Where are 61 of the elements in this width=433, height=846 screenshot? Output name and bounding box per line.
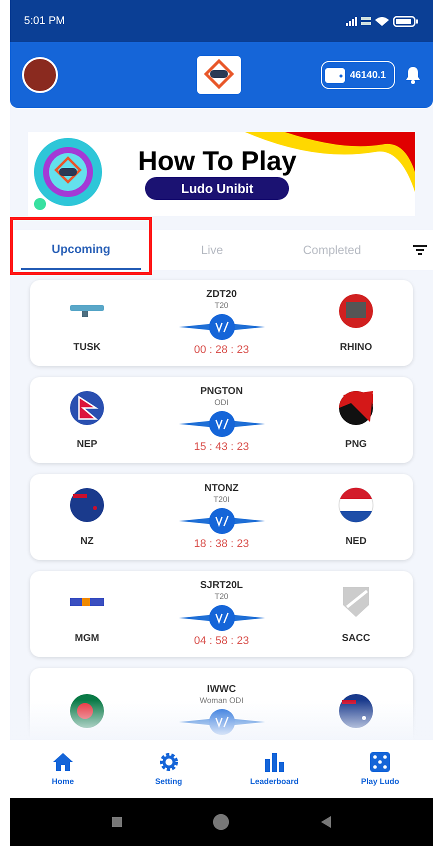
match-card[interactable]: NEP PNGTON ODI 15 : 43 : 23 PNG [30, 377, 413, 463]
team-logo [68, 692, 106, 730]
team-logo [337, 388, 375, 426]
filter-icon[interactable] [413, 245, 427, 255]
team-logo [68, 598, 106, 606]
countdown-timer: 18 : 38 : 23 [194, 537, 250, 551]
nav-item[interactable]: Leaderboard [229, 750, 320, 788]
gear-icon [158, 750, 180, 772]
dice-icon [369, 750, 392, 772]
team-name: NED [345, 534, 367, 548]
series-name: NTONZ [204, 483, 239, 495]
match-format: T20 [214, 301, 228, 311]
team-name: PNG [345, 438, 367, 452]
nav-item[interactable]: Play Ludo [335, 750, 426, 788]
battery-icon [393, 16, 419, 26]
series-name: SJRT20L [200, 580, 243, 592]
match-card[interactable]: MGM SJRT20L T20 04 : 58 : 23 SACC [30, 571, 413, 657]
match-card[interactable]: NZ NTONZ T20I 18 : 38 : 23 NED [30, 474, 413, 560]
recent-apps-icon[interactable] [112, 817, 122, 827]
wallet-balance[interactable]: 46140.1 [320, 61, 395, 89]
nav-item[interactable]: Home [18, 750, 108, 788]
team-logo [68, 486, 106, 524]
avatar[interactable] [22, 57, 58, 93]
back-icon[interactable] [320, 816, 332, 828]
team-logo [337, 692, 375, 730]
home-icon [52, 750, 74, 772]
banner-subtitle: Ludo Unibit [145, 176, 290, 200]
team-name: RHINO [340, 340, 372, 354]
series-name: ZDT20 [206, 289, 237, 301]
team-name: TUSK [73, 340, 101, 354]
team-logo [68, 304, 106, 316]
countdown-timer: 15 : 43 : 23 [194, 440, 250, 454]
how-to-play-banner[interactable]: How To Play Ludo Unibit [28, 132, 415, 216]
wallet-icon [324, 66, 346, 84]
banner-title: How To Play [138, 148, 297, 175]
bell-icon[interactable] [405, 66, 421, 84]
nav-item[interactable]: Setting [124, 750, 214, 788]
signal-icon [346, 16, 357, 26]
series-name: IWWC [207, 684, 236, 696]
team-name: NZ [80, 534, 94, 548]
chart-icon [263, 750, 286, 772]
tab[interactable]: Upcoming [21, 230, 141, 270]
match-format: T20 [214, 592, 228, 602]
app-logo [197, 56, 242, 94]
home-circle-icon[interactable] [212, 813, 230, 831]
series-name: PNGTON [200, 386, 243, 398]
wifi-icon [375, 16, 389, 26]
match-card[interactable]: IWWC Woman ODI [30, 668, 413, 740]
countdown-timer: 00 : 28 : 23 [194, 343, 250, 357]
match-format: Woman ODI [200, 696, 244, 706]
match-card[interactable]: TUSK ZDT20 T20 00 : 28 : 23 RHINO [30, 280, 413, 366]
status-time: 5:01 PM [24, 14, 65, 29]
team-name: SACC [342, 632, 370, 646]
match-format: T20I [213, 495, 230, 505]
team-logo [337, 292, 375, 330]
team-name: MGM [74, 632, 100, 646]
team-logo [337, 486, 375, 524]
team-logo [68, 388, 106, 426]
countdown-timer: 04 : 58 : 23 [194, 634, 250, 648]
match-format: ODI [214, 398, 229, 408]
team-name: NEP [76, 438, 98, 452]
